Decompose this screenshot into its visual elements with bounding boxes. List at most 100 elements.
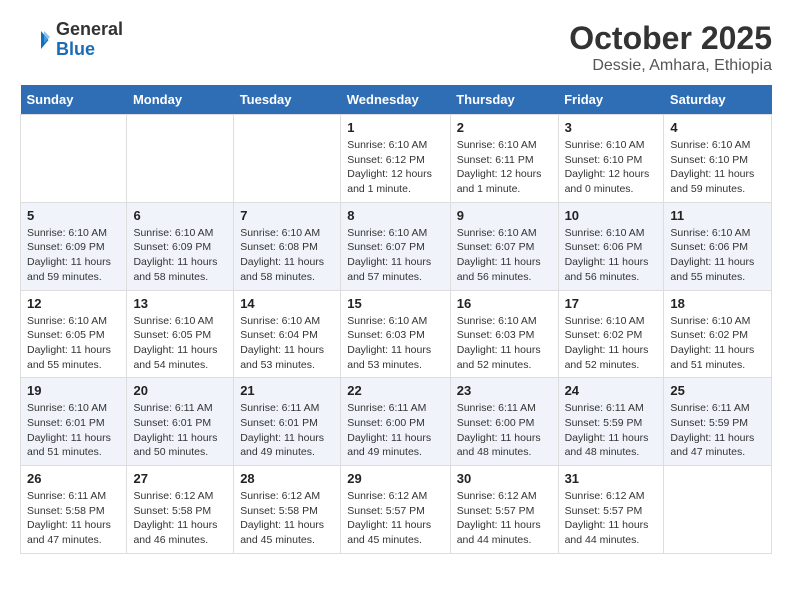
day-number: 5 — [27, 208, 120, 223]
calendar-table: SundayMondayTuesdayWednesdayThursdayFrid… — [20, 85, 772, 554]
calendar-cell: 3Sunrise: 6:10 AMSunset: 6:10 PMDaylight… — [558, 115, 664, 203]
day-info: Sunrise: 6:10 AMSunset: 6:12 PMDaylight:… — [347, 138, 443, 197]
title-block: October 2025 Dessie, Amhara, Ethiopia — [569, 20, 772, 75]
day-number: 1 — [347, 120, 443, 135]
day-number: 21 — [240, 383, 334, 398]
day-info: Sunrise: 6:10 AMSunset: 6:05 PMDaylight:… — [27, 314, 120, 373]
day-info: Sunrise: 6:12 AMSunset: 5:57 PMDaylight:… — [347, 489, 443, 548]
calendar-cell: 16Sunrise: 6:10 AMSunset: 6:03 PMDayligh… — [450, 290, 558, 378]
calendar-cell: 26Sunrise: 6:11 AMSunset: 5:58 PMDayligh… — [21, 466, 127, 554]
day-number: 15 — [347, 296, 443, 311]
day-info: Sunrise: 6:10 AMSunset: 6:10 PMDaylight:… — [670, 138, 765, 197]
calendar-cell: 19 Sunrise: 6:10 AMSunset: 6:01 PMDayligh… — [21, 378, 127, 466]
calendar-cell: 4Sunrise: 6:10 AMSunset: 6:10 PMDaylight… — [664, 115, 772, 203]
day-number: 11 — [670, 208, 765, 223]
calendar-cell: 15Sunrise: 6:10 AMSunset: 6:03 PMDayligh… — [341, 290, 450, 378]
calendar-cell: 5 Sunrise: 6:10 AMSunset: 6:09 PMDaylight… — [21, 202, 127, 290]
calendar-cell: 11 Sunrise: 6:10 AMSunset: 6:06 PMDayligh… — [664, 202, 772, 290]
calendar-cell: 27 Sunrise: 6:12 AMSunset: 5:58 PMDayligh… — [127, 466, 234, 554]
calendar-cell: 22Sunrise: 6:11 AMSunset: 6:00 PMDayligh… — [341, 378, 450, 466]
logo-text: General Blue — [56, 20, 123, 60]
calendar-week-row: 5 Sunrise: 6:10 AMSunset: 6:09 PMDaylight… — [21, 202, 772, 290]
day-info: Sunrise: 6:10 AMSunset: 6:02 PMDaylight:… — [565, 314, 658, 373]
day-number: 19 — [27, 383, 120, 398]
day-number: 30 — [457, 471, 552, 486]
day-number: 10 — [565, 208, 658, 223]
day-number: 6 — [133, 208, 227, 223]
calendar-week-row: 1 Sunrise: 6:10 AMSunset: 6:12 PMDaylight… — [21, 115, 772, 203]
calendar-header: SundayMondayTuesdayWednesdayThursdayFrid… — [21, 85, 772, 115]
calendar-week-row: 26Sunrise: 6:11 AMSunset: 5:58 PMDayligh… — [21, 466, 772, 554]
day-info: Sunrise: 6:11 AMSunset: 6:00 PMDaylight:… — [347, 401, 443, 460]
weekday-header: Tuesday — [234, 85, 341, 115]
day-info: Sunrise: 6:10 AMSunset: 6:02 PMDaylight:… — [670, 314, 765, 373]
day-number: 26 — [27, 471, 120, 486]
calendar-cell: 9 Sunrise: 6:10 AMSunset: 6:07 PMDaylight… — [450, 202, 558, 290]
calendar-cell: 13Sunrise: 6:10 AMSunset: 6:05 PMDayligh… — [127, 290, 234, 378]
weekday-header: Wednesday — [341, 85, 450, 115]
day-number: 14 — [240, 296, 334, 311]
day-number: 16 — [457, 296, 552, 311]
day-number: 12 — [27, 296, 120, 311]
calendar-cell: 20 Sunrise: 6:11 AMSunset: 6:01 PMDayligh… — [127, 378, 234, 466]
day-number: 17 — [565, 296, 658, 311]
calendar-cell: 25Sunrise: 6:11 AMSunset: 5:59 PMDayligh… — [664, 378, 772, 466]
day-number: 29 — [347, 471, 443, 486]
day-info: Sunrise: 6:12 AMSunset: 5:58 PMDaylight:… — [133, 489, 227, 548]
calendar-cell: 28 Sunrise: 6:12 AMSunset: 5:58 PMDayligh… — [234, 466, 341, 554]
weekday-header: Monday — [127, 85, 234, 115]
calendar-cell: 14 Sunrise: 6:10 AMSunset: 6:04 PMDayligh… — [234, 290, 341, 378]
logo-blue: Blue — [56, 39, 95, 59]
day-number: 20 — [133, 383, 227, 398]
calendar-body: 1 Sunrise: 6:10 AMSunset: 6:12 PMDaylight… — [21, 115, 772, 554]
calendar-cell: 7 Sunrise: 6:10 AMSunset: 6:08 PMDaylight… — [234, 202, 341, 290]
weekday-header: Friday — [558, 85, 664, 115]
day-info: Sunrise: 6:10 AMSunset: 6:06 PMDaylight:… — [670, 226, 765, 285]
day-info: Sunrise: 6:11 AMSunset: 5:59 PMDaylight:… — [565, 401, 658, 460]
day-info: Sunrise: 6:10 AMSunset: 6:11 PMDaylight:… — [457, 138, 552, 197]
calendar-week-row: 12 Sunrise: 6:10 AMSunset: 6:05 PMDayligh… — [21, 290, 772, 378]
day-info: Sunrise: 6:10 AMSunset: 6:04 PMDaylight:… — [240, 314, 334, 373]
day-info: Sunrise: 6:10 AMSunset: 6:01 PMDaylight:… — [27, 401, 120, 460]
weekday-header: Saturday — [664, 85, 772, 115]
day-info: Sunrise: 6:11 AMSunset: 5:59 PMDaylight:… — [670, 401, 765, 460]
day-info: Sunrise: 6:10 AMSunset: 6:09 PMDaylight:… — [133, 226, 227, 285]
day-info: Sunrise: 6:10 AMSunset: 6:09 PMDaylight:… — [27, 226, 120, 285]
day-number: 28 — [240, 471, 334, 486]
day-info: Sunrise: 6:11 AMSunset: 6:01 PMDaylight:… — [133, 401, 227, 460]
day-number: 24 — [565, 383, 658, 398]
day-number: 8 — [347, 208, 443, 223]
day-number: 18 — [670, 296, 765, 311]
calendar-cell: 6 Sunrise: 6:10 AMSunset: 6:09 PMDaylight… — [127, 202, 234, 290]
calendar-cell: 12 Sunrise: 6:10 AMSunset: 6:05 PMDayligh… — [21, 290, 127, 378]
day-info: Sunrise: 6:12 AMSunset: 5:57 PMDaylight:… — [457, 489, 552, 548]
page-header: General Blue October 2025 Dessie, Amhara… — [20, 20, 772, 75]
day-number: 27 — [133, 471, 227, 486]
calendar-cell — [127, 115, 234, 203]
day-info: Sunrise: 6:10 AMSunset: 6:08 PMDaylight:… — [240, 226, 334, 285]
day-info: Sunrise: 6:11 AMSunset: 6:00 PMDaylight:… — [457, 401, 552, 460]
calendar-cell: 8 Sunrise: 6:10 AMSunset: 6:07 PMDaylight… — [341, 202, 450, 290]
calendar-cell: 21Sunrise: 6:11 AMSunset: 6:01 PMDayligh… — [234, 378, 341, 466]
logo-icon — [20, 25, 50, 55]
day-info: Sunrise: 6:10 AMSunset: 6:05 PMDaylight:… — [133, 314, 227, 373]
calendar-cell: 30 Sunrise: 6:12 AMSunset: 5:57 PMDayligh… — [450, 466, 558, 554]
weekday-header: Thursday — [450, 85, 558, 115]
day-info: Sunrise: 6:12 AMSunset: 5:57 PMDaylight:… — [565, 489, 658, 548]
day-info: Sunrise: 6:12 AMSunset: 5:58 PMDaylight:… — [240, 489, 334, 548]
day-number: 9 — [457, 208, 552, 223]
day-number: 7 — [240, 208, 334, 223]
calendar-cell: 29 Sunrise: 6:12 AMSunset: 5:57 PMDayligh… — [341, 466, 450, 554]
day-info: Sunrise: 6:10 AMSunset: 6:10 PMDaylight:… — [565, 138, 658, 197]
day-info: Sunrise: 6:10 AMSunset: 6:07 PMDaylight:… — [347, 226, 443, 285]
day-info: Sunrise: 6:10 AMSunset: 6:07 PMDaylight:… — [457, 226, 552, 285]
calendar-cell — [234, 115, 341, 203]
calendar-cell: 10 Sunrise: 6:10 AMSunset: 6:06 PMDayligh… — [558, 202, 664, 290]
day-number: 23 — [457, 383, 552, 398]
day-number: 2 — [457, 120, 552, 135]
calendar-cell: 2 Sunrise: 6:10 AMSunset: 6:11 PMDaylight… — [450, 115, 558, 203]
day-info: Sunrise: 6:10 AMSunset: 6:06 PMDaylight:… — [565, 226, 658, 285]
calendar-cell — [21, 115, 127, 203]
location-subtitle: Dessie, Amhara, Ethiopia — [569, 57, 772, 75]
weekday-row: SundayMondayTuesdayWednesdayThursdayFrid… — [21, 85, 772, 115]
